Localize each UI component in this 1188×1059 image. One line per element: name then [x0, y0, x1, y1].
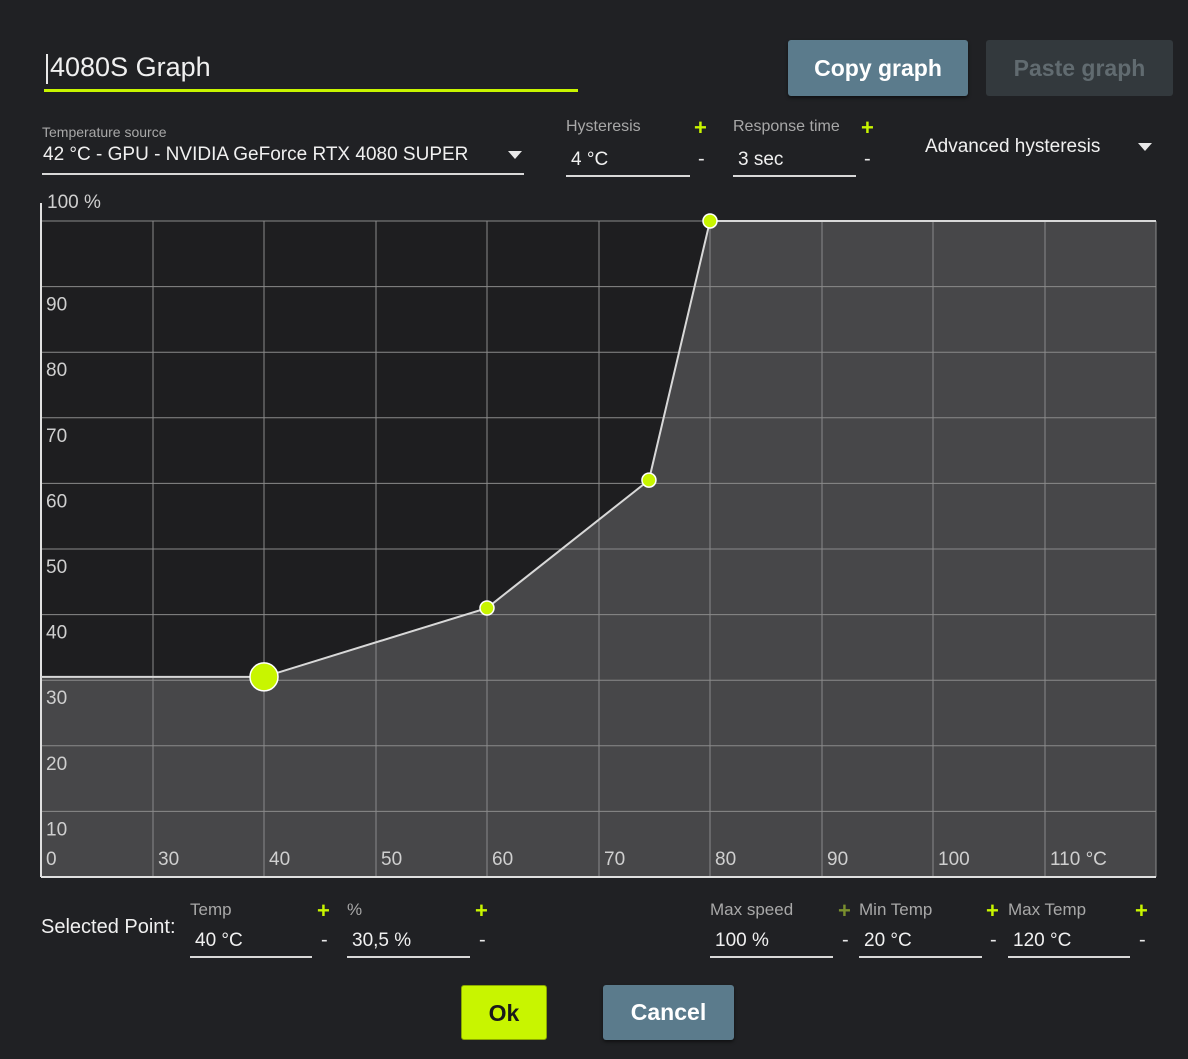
graph-name-input[interactable]: 4080S Graph	[44, 44, 578, 92]
y-tick-label: 80	[46, 360, 67, 381]
copy-graph-button[interactable]: Copy graph	[788, 40, 968, 96]
chevron-down-icon	[1138, 143, 1152, 151]
y-tick-label: 90	[46, 295, 67, 316]
hysteresis-input[interactable]: 4 °C	[566, 144, 690, 178]
min-temp-minus-button[interactable]: -	[990, 929, 997, 952]
max-temp-minus-button[interactable]: -	[1139, 929, 1146, 952]
min-temp-plus-button[interactable]: +	[986, 898, 999, 924]
max-temp-underline	[1008, 956, 1130, 958]
y-tick-label: 70	[46, 426, 67, 447]
min-temp-input[interactable]: 20 °C	[859, 925, 982, 959]
y-tick-label: 10	[46, 819, 67, 840]
selected-point-title: Selected Point:	[41, 916, 176, 938]
min-temp-label: Min Temp	[859, 900, 933, 919]
min-temp-value: 20 °C	[864, 930, 912, 951]
y-tick-label: 30	[46, 688, 67, 709]
hysteresis-plus-button[interactable]: +	[694, 115, 707, 141]
y-axis-unit-label: 100 %	[47, 192, 101, 213]
paste-graph-button[interactable]: Paste graph	[986, 40, 1173, 96]
hysteresis-minus-button[interactable]: -	[698, 148, 705, 171]
curve-point[interactable]	[641, 472, 657, 488]
selected-temp-underline	[190, 956, 312, 958]
selected-temp-minus-button[interactable]: -	[321, 929, 328, 952]
max-speed-underline	[710, 956, 833, 958]
selected-pct-label: %	[347, 900, 363, 919]
response-time-value: 3 sec	[738, 149, 784, 170]
temp-source-label: Temperature source	[42, 124, 167, 140]
response-time-plus-button[interactable]: +	[861, 115, 874, 141]
chevron-down-icon	[508, 151, 522, 159]
temp-source-underline	[42, 173, 524, 175]
x-tick-label: 110 °C	[1050, 849, 1107, 870]
max-speed-plus-button[interactable]: +	[838, 898, 851, 924]
max-speed-label: Max speed	[710, 900, 794, 919]
response-time-input[interactable]: 3 sec	[733, 144, 856, 178]
selected-pct-minus-button[interactable]: -	[479, 929, 486, 952]
advanced-hysteresis-dropdown[interactable]: Advanced hysteresis	[925, 134, 1160, 162]
selected-pct-value: 30,5 %	[352, 930, 412, 951]
x-tick-label: 0	[46, 849, 57, 870]
advanced-hysteresis-label: Advanced hysteresis	[925, 136, 1101, 157]
y-tick-label: 40	[46, 623, 67, 644]
max-speed-value: 100 %	[715, 930, 769, 951]
max-temp-value: 120 °C	[1013, 930, 1072, 951]
selected-temp-value: 40 °C	[195, 930, 243, 951]
ok-button[interactable]: Ok	[461, 985, 547, 1040]
temp-source-value: 42 °C - GPU - NVIDIA GeForce RTX 4080 SU…	[43, 144, 469, 165]
max-temp-plus-button[interactable]: +	[1135, 898, 1148, 924]
selected-temp-input[interactable]: 40 °C	[190, 925, 312, 959]
x-tick-label: 70	[604, 849, 625, 870]
hysteresis-underline	[566, 175, 690, 177]
fan-curve-chart[interactable]: 100 % 90 80 70 60 50 40 30 20 10 0 30 40 50 60 70 80 90 10…	[0, 190, 1188, 890]
response-time-underline	[733, 175, 856, 177]
curve-point[interactable]	[702, 213, 718, 229]
min-temp-underline	[859, 956, 982, 958]
x-tick-label: 90	[827, 849, 848, 870]
fan-curve-svg[interactable]: 100 %9080706050403020100 30 40 50 60 70 80 90 10…	[0, 190, 1188, 890]
selected-temp-label: Temp	[190, 900, 232, 919]
x-tick-label: 40	[269, 849, 290, 870]
max-temp-input[interactable]: 120 °C	[1008, 925, 1130, 959]
response-time-label: Response time	[733, 118, 840, 135]
y-tick-label: 50	[46, 557, 67, 578]
temp-source-select[interactable]: 42 °C - GPU - NVIDIA GeForce RTX 4080 SU…	[42, 140, 524, 176]
graph-name-text: 4080S Graph	[50, 52, 211, 82]
max-speed-input[interactable]: 100 %	[710, 925, 833, 959]
max-speed-minus-button[interactable]: -	[842, 929, 849, 952]
response-time-minus-button[interactable]: -	[864, 148, 871, 171]
hysteresis-value: 4 °C	[571, 149, 609, 170]
selected-pct-plus-button[interactable]: +	[475, 898, 488, 924]
max-temp-label: Max Temp	[1008, 900, 1087, 919]
cancel-button[interactable]: Cancel	[603, 985, 734, 1040]
x-tick-label: 60	[492, 849, 513, 870]
x-tick-label: 30	[158, 849, 179, 870]
x-tick-label: 100	[938, 849, 970, 870]
selected-pct-underline	[347, 956, 470, 958]
hysteresis-label: Hysteresis	[566, 118, 641, 135]
curve-point[interactable]	[479, 600, 495, 616]
selected-curve-point[interactable]	[249, 662, 279, 692]
x-tick-label: 50	[381, 849, 402, 870]
selected-temp-plus-button[interactable]: +	[317, 898, 330, 924]
selected-pct-input[interactable]: 30,5 %	[347, 925, 470, 959]
y-tick-label: 60	[46, 491, 67, 512]
y-tick-label: 20	[46, 754, 67, 775]
text-caret	[46, 54, 48, 84]
x-tick-label: 80	[715, 849, 736, 870]
